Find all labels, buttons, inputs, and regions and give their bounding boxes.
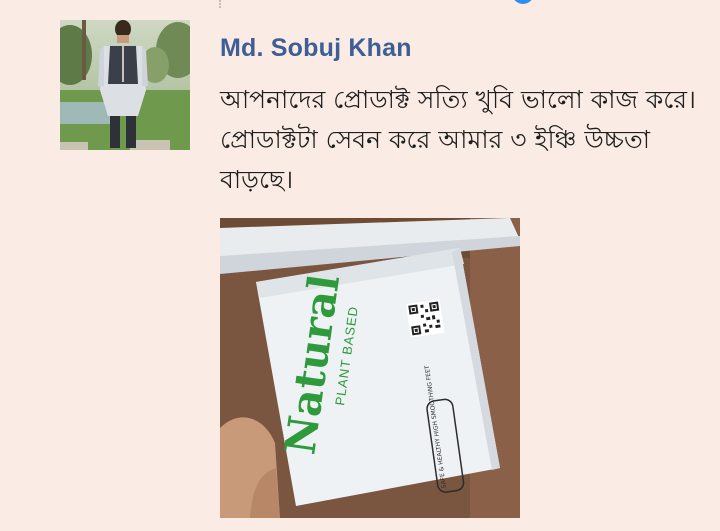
product-package-photo: Natural PLANT BASED SAFE & HEALTHY HIGH … (220, 218, 520, 518)
thread-divider (219, 0, 222, 8)
profile-photo-icon (60, 20, 190, 150)
author-name[interactable]: Md. Sobuj Khan (220, 34, 412, 63)
attachment-photo[interactable]: Natural PLANT BASED SAFE & HEALTHY HIGH … (220, 218, 520, 518)
reaction-icon[interactable] (512, 0, 534, 4)
avatar[interactable] (60, 20, 190, 150)
comment-text: আপনাদের প্রোডাক্ট সত্যি খুবি ভালো কাজ কর… (220, 85, 696, 194)
qr-code-icon (406, 299, 445, 338)
